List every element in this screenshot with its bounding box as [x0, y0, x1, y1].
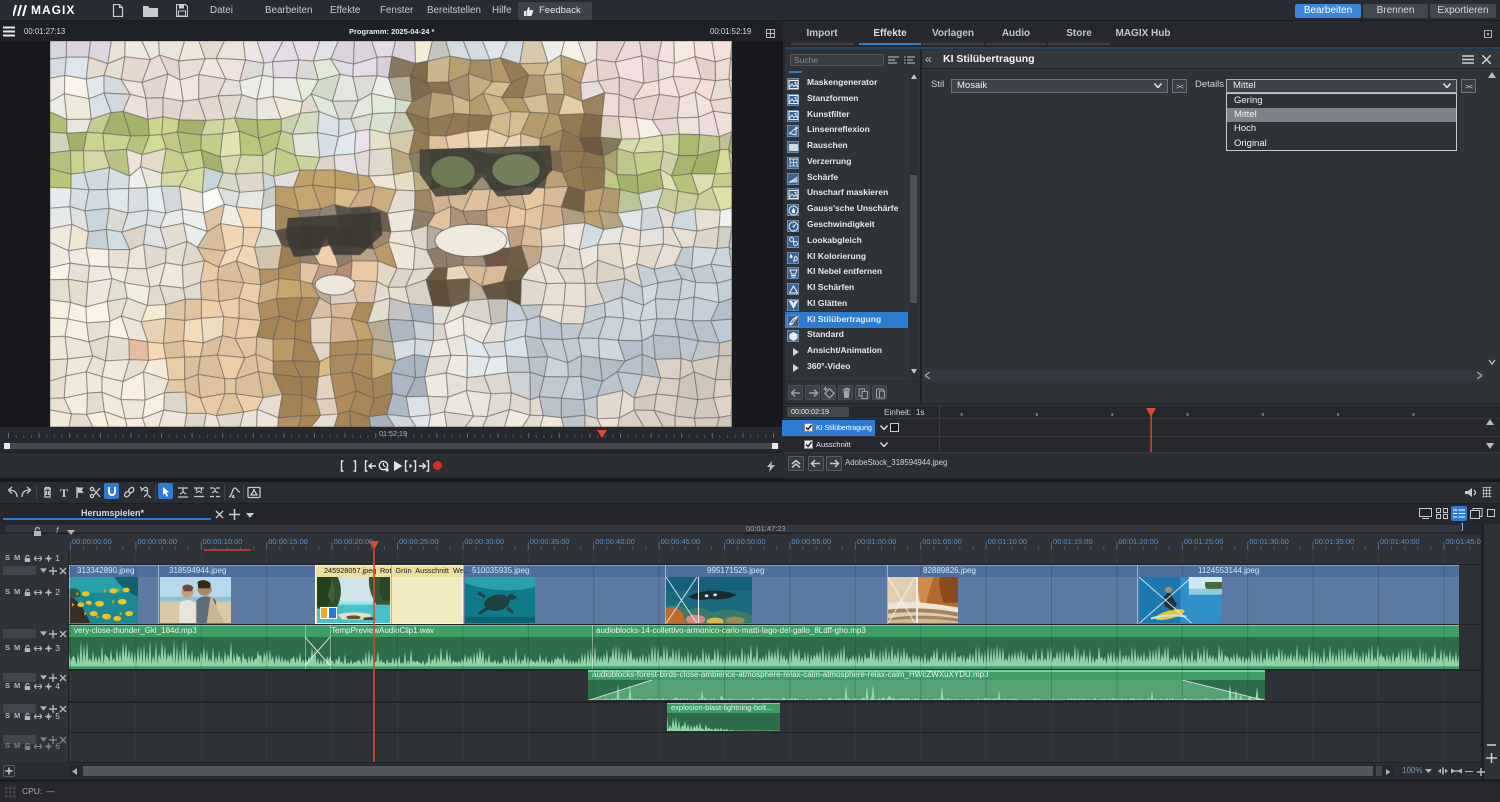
svg-text:00:00:50:00: 00:00:50:00	[726, 537, 766, 546]
svg-text:00:00:10:00: 00:00:10:00	[203, 537, 243, 546]
svg-text:00:01:15:00: 00:01:15:00	[1053, 537, 1093, 546]
svg-text:00:01:30:00: 00:01:30:00	[1249, 537, 1289, 546]
svg-text:00:01:20:00: 00:01:20:00	[1118, 537, 1158, 546]
svg-text:00:00:30:00: 00:00:30:00	[464, 537, 504, 546]
svg-text:00:01:35:00: 00:01:35:00	[1315, 537, 1355, 546]
svg-text:00:00:55:00: 00:00:55:00	[791, 537, 831, 546]
svg-text:00:01:10:00: 00:01:10:00	[988, 537, 1028, 546]
svg-text:00:01:40:00: 00:01:40:00	[1380, 537, 1420, 546]
svg-text:00:00:25:00: 00:00:25:00	[399, 537, 439, 546]
svg-text:00:01:45:00: 00:01:45:00	[1445, 537, 1485, 546]
svg-text:00:00:05:00: 00:00:05:00	[137, 537, 177, 546]
svg-text:00:00:45:00: 00:00:45:00	[661, 537, 701, 546]
svg-text:00:00:00:00: 00:00:00:00	[72, 537, 112, 546]
svg-text:00:00:15:00: 00:00:15:00	[268, 537, 308, 546]
svg-text:00:00:40:00: 00:00:40:00	[595, 537, 635, 546]
svg-text:00:00:35:00: 00:00:35:00	[530, 537, 570, 546]
svg-text:00:01:00:00: 00:01:00:00	[857, 537, 897, 546]
svg-text:00:01:25:00: 00:01:25:00	[1184, 537, 1224, 546]
svg-text:00:01:05:00: 00:01:05:00	[922, 537, 962, 546]
svg-text:T: T	[60, 486, 68, 499]
